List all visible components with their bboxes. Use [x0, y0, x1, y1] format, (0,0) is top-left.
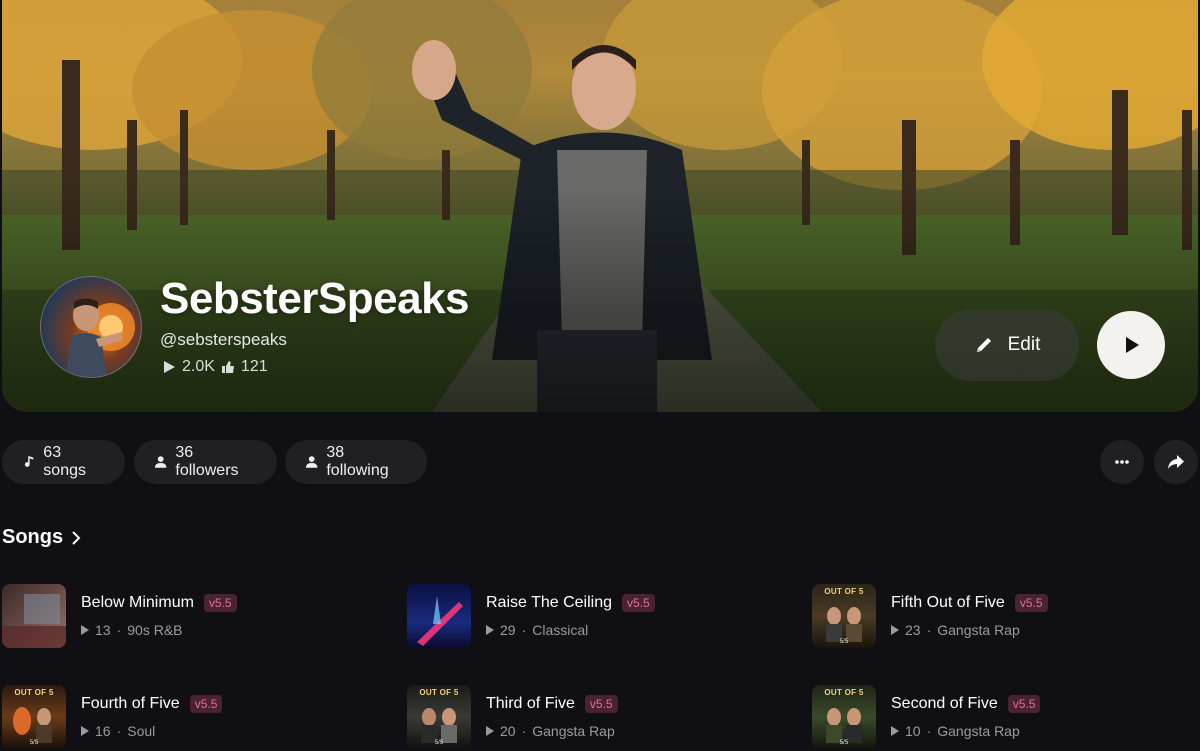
song-genre: 90s R&B — [127, 622, 183, 638]
songs-count-pill[interactable]: 63 songs — [2, 440, 125, 484]
share-arrow-icon — [1168, 455, 1184, 469]
cover-series-foot: 5/5 — [29, 740, 39, 746]
song-cover — [2, 584, 66, 648]
profile-page: SebsterSpeaks @sebsterspeaks 2.0K 121 Ed… — [0, 0, 1200, 751]
song-info: Raise The Ceiling v5.5 29 · Classical — [486, 594, 655, 638]
cover-series-text: OUT OF 5 — [824, 688, 864, 697]
song-plays: 10 — [905, 723, 921, 739]
cover-image — [2, 594, 66, 648]
song-cover: OUT OF 5 5/5 — [2, 685, 66, 749]
song-item-fifth-out-of-five[interactable]: OUT OF 5 5/5 Fifth Out of Five v5.5 23 ·… — [812, 584, 1192, 648]
separator-dot: · — [926, 622, 932, 638]
song-plays: 13 — [95, 622, 111, 638]
song-info: Fourth of Five v5.5 16 · Soul — [81, 695, 223, 739]
avatar[interactable] — [40, 276, 142, 378]
version-badge: v5.5 — [1007, 695, 1041, 713]
thumbs-up-icon — [221, 361, 234, 373]
followers-label: 36 followers — [175, 444, 239, 479]
person-icon — [305, 456, 318, 468]
play-icon — [1126, 337, 1139, 353]
play-count-icon — [891, 726, 899, 736]
song-item-fourth-of-five[interactable]: OUT OF 5 5/5 Fourth of Five v5.5 16 · So… — [2, 685, 382, 749]
song-info: Fifth Out of Five v5.5 23 · Gangsta Rap — [891, 594, 1048, 638]
profile-name: SebsterSpeaks — [160, 274, 470, 323]
song-item-below-minimum[interactable]: Below Minimum v5.5 13 · 90s R&B — [2, 584, 382, 648]
song-genre: Classical — [532, 622, 589, 638]
cover-series-text: OUT OF 5 — [419, 688, 459, 697]
edit-label: Edit — [1007, 334, 1041, 355]
song-title[interactable]: Raise The Ceiling — [486, 594, 612, 612]
song-genre: Soul — [127, 723, 156, 739]
play-count-icon — [486, 625, 494, 635]
song-genre: Gangsta Rap — [937, 723, 1020, 739]
version-badge: v5.5 — [189, 695, 223, 713]
pencil-icon — [976, 338, 991, 352]
song-item-raise-the-ceiling[interactable]: Raise The Ceiling v5.5 29 · Classical — [407, 584, 787, 648]
like-count: 121 — [240, 358, 268, 375]
songs-count-label: 63 songs — [43, 444, 86, 479]
song-cover — [407, 584, 471, 648]
song-plays: 23 — [905, 622, 921, 638]
profile-stats: 2.0K 121 — [162, 358, 268, 376]
song-title[interactable]: Fourth of Five — [81, 695, 180, 713]
following-pill[interactable]: 38 following — [285, 440, 427, 484]
person-icon — [154, 456, 167, 468]
song-item-second-of-five[interactable]: OUT OF 5 5/5 Second of Five v5.5 10 · Ga… — [812, 685, 1192, 749]
song-cover: OUT OF 5 5/5 — [812, 584, 876, 648]
song-genre: Gangsta Rap — [937, 622, 1020, 638]
cover-series-foot: 5/5 — [839, 740, 849, 746]
play-count-icon — [81, 726, 89, 736]
separator-dot: · — [116, 622, 122, 638]
song-plays: 29 — [500, 622, 516, 638]
song-item-third-of-five[interactable]: OUT OF 5 5/5 Third of Five v5.5 20 · Gan… — [407, 685, 787, 749]
cover-series-foot: 5/5 — [434, 740, 444, 746]
song-cover: OUT OF 5 5/5 — [812, 685, 876, 749]
version-badge: v5.5 — [584, 695, 618, 713]
song-cover: OUT OF 5 5/5 — [407, 685, 471, 749]
play-count: 2.0K — [182, 358, 215, 375]
more-options-button[interactable] — [1100, 440, 1144, 484]
avatar-image — [66, 298, 135, 377]
song-plays: 20 — [500, 723, 516, 739]
song-title[interactable]: Second of Five — [891, 695, 998, 713]
separator-dot: · — [521, 622, 527, 638]
edit-profile-button[interactable]: Edit — [935, 309, 1079, 381]
more-dots-icon — [1115, 460, 1129, 464]
songs-section-title: Songs — [2, 526, 64, 548]
separator-dot: · — [116, 723, 122, 739]
play-count-icon — [164, 361, 175, 373]
song-title[interactable]: Third of Five — [486, 695, 575, 713]
song-info: Second of Five v5.5 10 · Gangsta Rap — [891, 695, 1041, 739]
following-label: 38 following — [326, 444, 389, 479]
play-count-icon — [81, 625, 89, 635]
chevron-right-icon — [72, 530, 81, 545]
separator-dot: · — [926, 723, 932, 739]
separator-dot: · — [521, 723, 527, 739]
songs-section-link[interactable]: Songs — [2, 526, 81, 549]
song-genre: Gangsta Rap — [532, 723, 615, 739]
play-count-icon — [486, 726, 494, 736]
cover-image — [417, 596, 463, 646]
profile-handle: @sebsterspeaks — [160, 330, 287, 349]
song-info: Third of Five v5.5 20 · Gangsta Rap — [486, 695, 618, 739]
version-badge: v5.5 — [203, 594, 237, 612]
song-title[interactable]: Below Minimum — [81, 594, 194, 612]
version-badge: v5.5 — [1014, 594, 1048, 612]
song-info: Below Minimum v5.5 13 · 90s R&B — [81, 594, 237, 638]
cover-series-text: OUT OF 5 — [824, 587, 864, 596]
song-title[interactable]: Fifth Out of Five — [891, 594, 1005, 612]
music-note-icon — [24, 456, 34, 467]
cover-series-foot: 5/5 — [839, 639, 849, 645]
version-badge: v5.5 — [622, 594, 655, 612]
followers-pill[interactable]: 36 followers — [134, 440, 277, 484]
play-count-icon — [891, 625, 899, 635]
cover-series-text: OUT OF 5 — [14, 688, 54, 697]
song-plays: 16 — [95, 723, 111, 739]
profile-banner: SebsterSpeaks @sebsterspeaks 2.0K 121 Ed… — [2, 0, 1198, 412]
play-all-button[interactable] — [1097, 311, 1165, 379]
share-button[interactable] — [1154, 440, 1198, 484]
